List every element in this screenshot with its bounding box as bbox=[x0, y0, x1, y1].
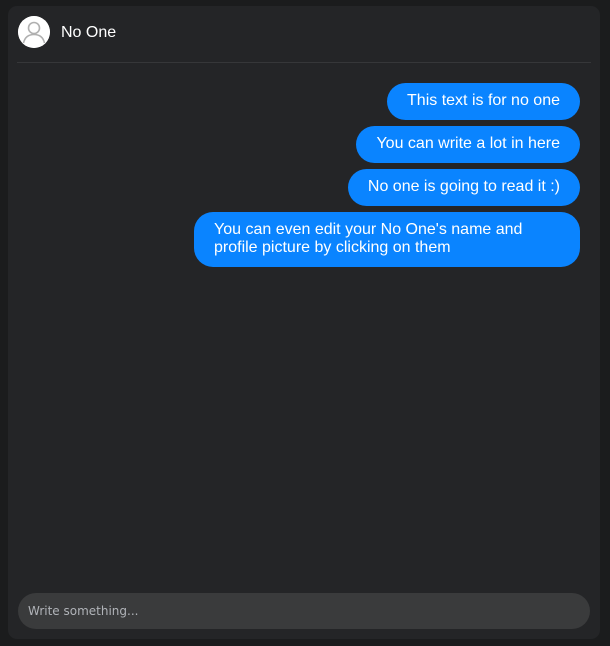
message-bubble: No one is going to read it :) bbox=[347, 169, 580, 206]
message-composer bbox=[18, 593, 590, 629]
avatar[interactable] bbox=[18, 16, 50, 48]
message-bubble: You can even edit your No One's name and… bbox=[194, 212, 580, 267]
message-input[interactable] bbox=[18, 593, 590, 629]
chat-header: No One bbox=[8, 6, 600, 63]
message-bubble: This text is for no one bbox=[387, 83, 580, 120]
message-list: This text is for no one You can write a … bbox=[8, 83, 600, 579]
message-bubble: You can write a lot in here bbox=[356, 126, 580, 163]
header-divider bbox=[17, 62, 591, 63]
chat-window: No One This text is for no one You can w… bbox=[8, 6, 600, 639]
user-silhouette-icon bbox=[18, 16, 50, 48]
contact-name[interactable]: No One bbox=[61, 23, 116, 43]
